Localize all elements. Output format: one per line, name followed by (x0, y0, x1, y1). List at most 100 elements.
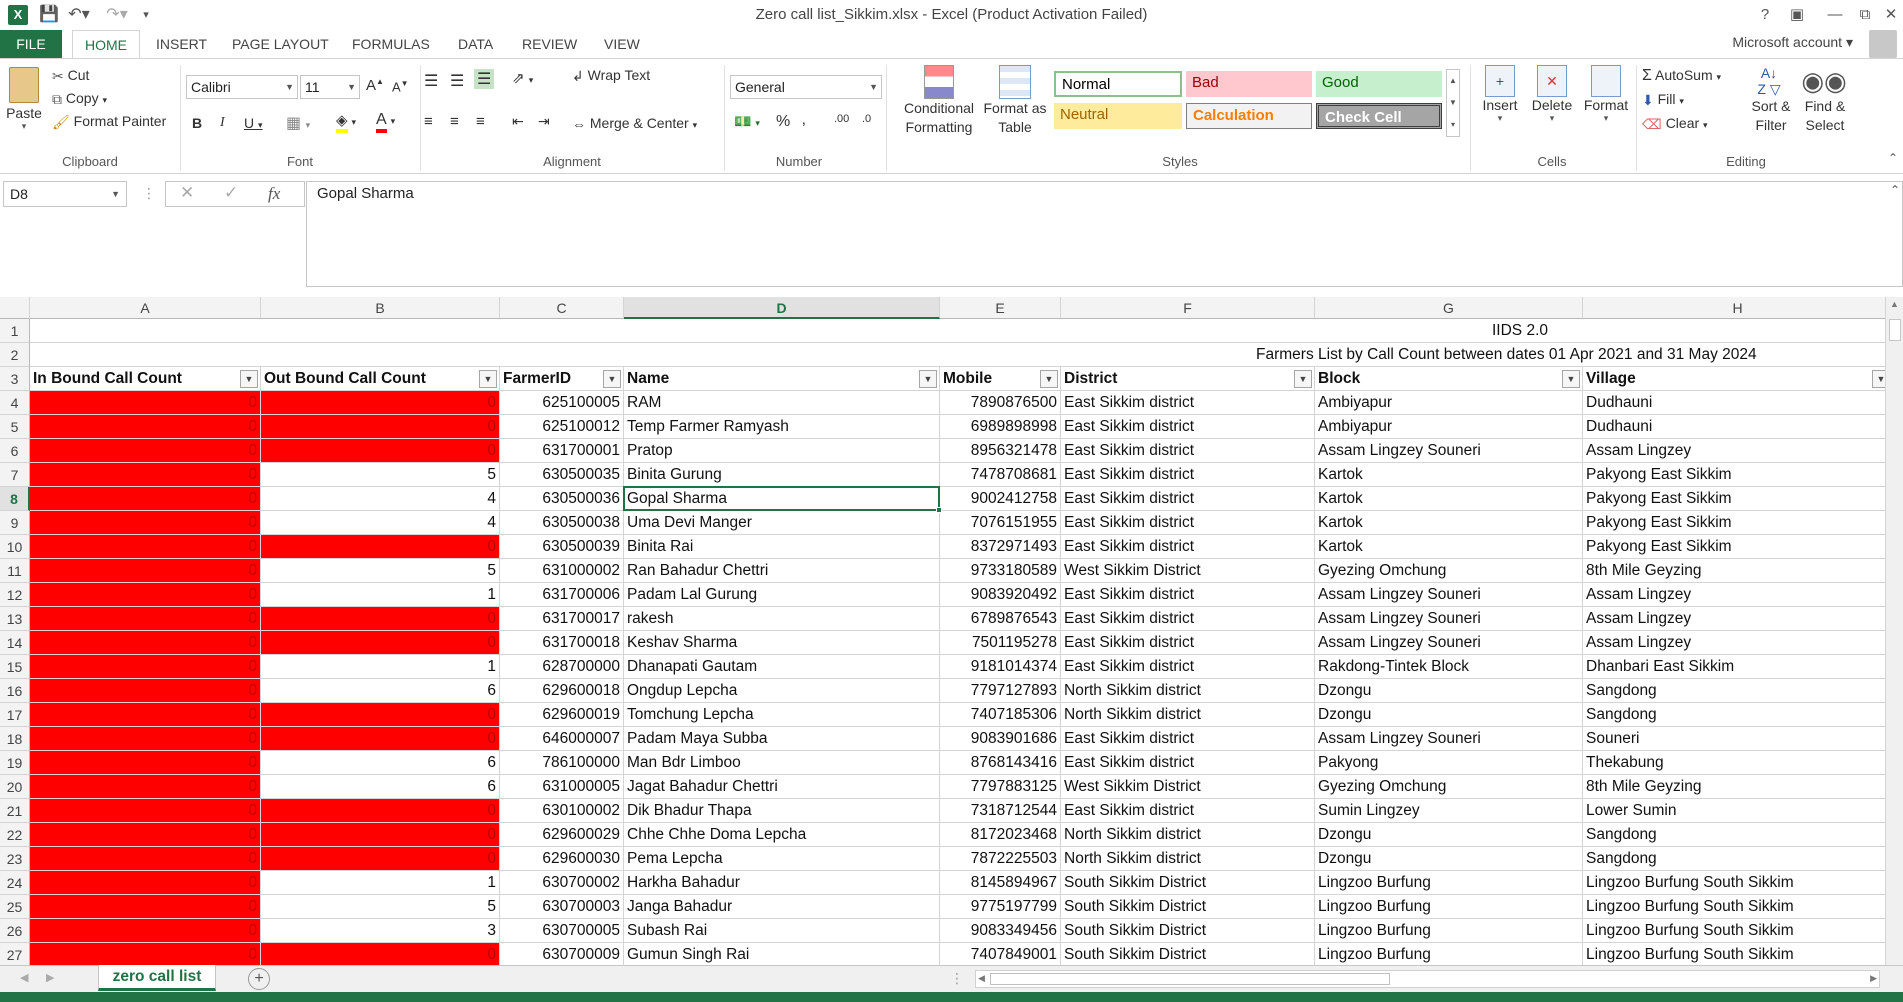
table-cell[interactable]: Rakdong-Tintek Block (1315, 655, 1583, 679)
table-cell[interactable]: Dzongu (1315, 703, 1583, 727)
table-cell[interactable]: 5 (261, 559, 500, 583)
table-cell[interactable]: 9775197799 (940, 895, 1061, 919)
row-header[interactable]: 14 (0, 631, 30, 655)
restore-button[interactable]: ⧉ (1852, 4, 1878, 26)
table-cell[interactable]: 0 (30, 535, 261, 559)
paste-button[interactable]: Paste ▾ (6, 67, 42, 132)
table-cell[interactable]: 7076151955 (940, 511, 1061, 535)
table-cell[interactable]: Assam Lingzey Souneri (1315, 727, 1583, 751)
insert-function-icon[interactable]: fx (268, 184, 280, 204)
tab-insert[interactable]: INSERT (144, 30, 219, 58)
table-cell[interactable]: 629600019 (500, 703, 624, 727)
align-middle-icon[interactable]: ☰ (450, 71, 464, 91)
table-cell[interactable]: 631000002 (500, 559, 624, 583)
table-cell[interactable]: 1 (261, 583, 500, 607)
comma-icon[interactable]: ‚ (802, 111, 806, 129)
table-cell[interactable]: 0 (30, 415, 261, 439)
row-header[interactable]: 6 (0, 439, 30, 463)
table-cell[interactable]: 0 (30, 943, 261, 965)
table-cell[interactable]: Gyezing Omchung (1315, 559, 1583, 583)
table-cell[interactable]: 631700018 (500, 631, 624, 655)
align-bottom-icon[interactable]: ☰ (474, 69, 495, 89)
table-cell[interactable]: 0 (30, 871, 261, 895)
table-cell[interactable]: 630500039 (500, 535, 624, 559)
style-good[interactable]: Good (1316, 71, 1442, 97)
table-cell[interactable]: Temp Farmer Ramyash (624, 415, 940, 439)
table-cell[interactable]: 9083349456 (940, 919, 1061, 943)
table-cell[interactable]: Binita Gurung (624, 463, 940, 487)
table-cell[interactable]: Gyezing Omchung (1315, 775, 1583, 799)
table-cell[interactable]: East Sikkim district (1061, 655, 1315, 679)
table-cell[interactable]: East Sikkim district (1061, 799, 1315, 823)
table-cell[interactable]: 625100005 (500, 391, 624, 415)
table-cell[interactable]: Thekabung (1583, 751, 1885, 775)
table-cell[interactable]: South Sikkim District (1061, 943, 1315, 965)
table-cell[interactable]: Dhanbari East Sikkim (1583, 655, 1885, 679)
table-cell[interactable]: 8372971493 (940, 535, 1061, 559)
table-cell[interactable]: Sumin Lingzey (1315, 799, 1583, 823)
scroll-sheets-left-icon[interactable]: ◀ (20, 971, 28, 984)
table-cell[interactable]: 646000007 (500, 727, 624, 751)
table-cell[interactable]: 0 (261, 847, 500, 871)
table-cell[interactable]: North Sikkim district (1061, 847, 1315, 871)
table-cell[interactable]: 631700017 (500, 607, 624, 631)
table-cell[interactable]: Sangdong (1583, 823, 1885, 847)
table-cell[interactable]: Lingzoo Burfung (1315, 871, 1583, 895)
table-cell[interactable]: 630700005 (500, 919, 624, 943)
table-cell[interactable]: 8th Mile Geyzing (1583, 775, 1885, 799)
fill-button[interactable]: ⬇ Fill ▾ (1642, 91, 1684, 109)
column-header[interactable]: B (261, 297, 500, 319)
table-cell[interactable]: 0 (30, 799, 261, 823)
table-cell[interactable]: 0 (30, 895, 261, 919)
table-cell[interactable]: 630500038 (500, 511, 624, 535)
avatar[interactable] (1869, 30, 1897, 58)
insert-cells-button[interactable]: + Insert ▾ (1478, 65, 1522, 124)
table-cell[interactable]: 0 (30, 775, 261, 799)
table-cell[interactable]: 8172023468 (940, 823, 1061, 847)
table-cell[interactable]: Assam Lingzey (1583, 439, 1885, 463)
table-cell[interactable]: Keshav Sharma (624, 631, 940, 655)
table-cell[interactable]: Pakyong East Sikkim (1583, 487, 1885, 511)
table-cell[interactable]: Gopal Sharma (624, 487, 940, 511)
row-header[interactable]: 1 (0, 319, 30, 343)
italic-icon[interactable]: I (220, 115, 225, 131)
table-cell[interactable]: rakesh (624, 607, 940, 631)
format-painter-button[interactable]: 🖌 Format Painter (52, 113, 166, 131)
row-header[interactable]: 9 (0, 511, 30, 535)
table-cell[interactable]: Ambiyapur (1315, 415, 1583, 439)
underline-icon[interactable]: U ▾ (244, 115, 263, 131)
column-header[interactable]: A (30, 297, 261, 319)
table-cell[interactable]: 1 (261, 655, 500, 679)
table-cell[interactable]: 9083901686 (940, 727, 1061, 751)
row-header[interactable]: 25 (0, 895, 30, 919)
row-header[interactable]: 26 (0, 919, 30, 943)
name-box[interactable]: D8 ▼ (3, 181, 127, 207)
table-cell[interactable]: Lingzoo Burfung South Sikkim (1583, 871, 1885, 895)
table-cell[interactable]: 7797127893 (940, 679, 1061, 703)
filter-dropdown-icon[interactable]: ▼ (1040, 370, 1058, 388)
table-cell[interactable]: 9002412758 (940, 487, 1061, 511)
close-button[interactable]: ✕ (1878, 4, 1903, 26)
table-header-cell[interactable]: In Bound Call Count (30, 367, 261, 391)
table-cell[interactable]: Dudhauni (1583, 391, 1885, 415)
table-cell[interactable]: West Sikkim District (1061, 775, 1315, 799)
table-cell[interactable]: 0 (261, 943, 500, 965)
align-top-icon[interactable]: ☰ (424, 71, 438, 91)
table-cell[interactable]: Lower Sumin (1583, 799, 1885, 823)
sheet-title[interactable]: IIDS 2.0 (30, 319, 1885, 343)
vertical-scrollbar[interactable]: ▲ (1885, 297, 1903, 965)
row-header[interactable]: 12 (0, 583, 30, 607)
fill-color-icon[interactable]: ◈ ▾ (336, 111, 356, 133)
table-cell[interactable]: Assam Lingzey Souneri (1315, 583, 1583, 607)
table-cell[interactable]: Dzongu (1315, 847, 1583, 871)
table-header-cell[interactable]: District (1061, 367, 1315, 391)
table-cell[interactable]: East Sikkim district (1061, 511, 1315, 535)
table-cell[interactable]: Jagat Bahadur Chettri (624, 775, 940, 799)
row-header[interactable]: 20 (0, 775, 30, 799)
table-cell[interactable]: 7407849001 (940, 943, 1061, 965)
table-cell[interactable]: East Sikkim district (1061, 439, 1315, 463)
table-cell[interactable]: 0 (261, 535, 500, 559)
style-neutral[interactable]: Neutral (1054, 103, 1182, 129)
conditional-formatting-button[interactable]: Conditional Formatting (896, 65, 982, 137)
table-cell[interactable]: 7797883125 (940, 775, 1061, 799)
